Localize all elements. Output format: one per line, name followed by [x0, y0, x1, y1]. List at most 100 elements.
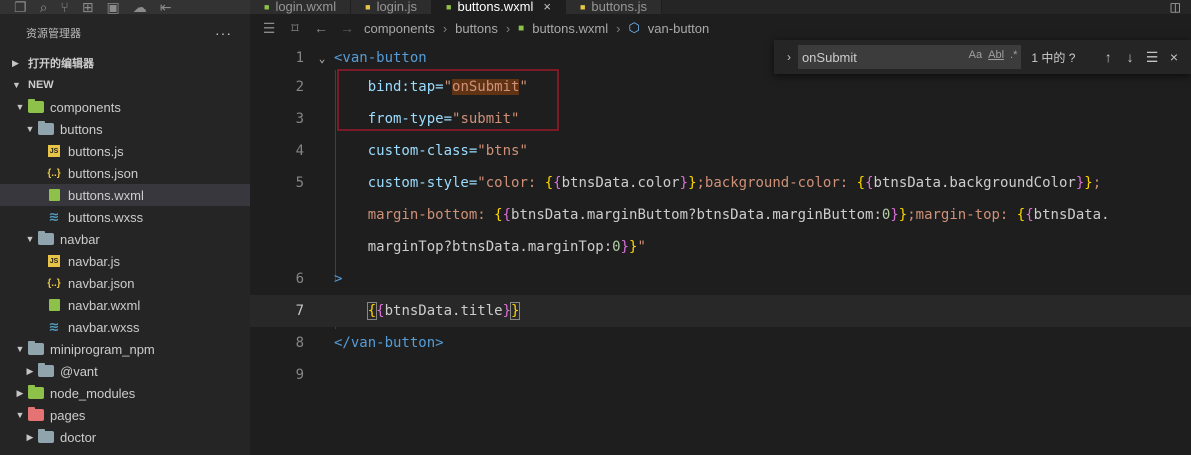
find-in-selection-icon[interactable]: ☰: [1141, 49, 1163, 66]
tree-folder[interactable]: ▶ doctor: [0, 426, 250, 448]
tree-folder[interactable]: ▶ node_modules: [0, 382, 250, 404]
tree-file[interactable]: {..} navbar.json: [0, 272, 250, 294]
code-line-wrapped[interactable]: marginTop?btnsData.marginTop:0}}": [250, 231, 1191, 263]
fold-chevron-icon[interactable]: ⌄: [310, 52, 334, 65]
chevron-right-icon: ›: [505, 20, 511, 36]
js-file-icon: ■: [365, 2, 371, 12]
tree-item-label: buttons.json: [68, 165, 139, 181]
folder-icon: [28, 99, 44, 114]
tab-login-wxml[interactable]: ■ login.wxml: [250, 0, 352, 14]
find-input[interactable]: onSubmit Aa Abl .*: [797, 45, 1022, 69]
tree-file[interactable]: buttons.wxml: [0, 184, 250, 206]
symbol-icon: ⬡: [628, 20, 640, 35]
find-query: onSubmit: [801, 49, 857, 65]
chevron-down-icon: ▼: [15, 410, 25, 420]
project-section[interactable]: ▼ NEW: [0, 74, 250, 96]
chevron-down-icon: ▼: [15, 102, 25, 112]
code-line[interactable]: 4 custom-class="btns": [250, 135, 1191, 167]
tree-item-label: components: [50, 99, 121, 115]
tab-label: login.wxml: [275, 0, 337, 14]
code-line-current[interactable]: 7 {{btnsData.title}}: [250, 295, 1191, 327]
bookmark-icon[interactable]: ⌑: [286, 20, 304, 37]
debug-icon[interactable]: ☁: [133, 0, 147, 14]
json-file-icon: {..}: [47, 167, 61, 179]
close-icon[interactable]: ×: [1163, 49, 1185, 65]
tree-item-label: navbar.wxss: [68, 319, 140, 335]
chevron-right-icon: ›: [616, 20, 621, 36]
breadcrumb: ☰ ⌑ ← → components › buttons › ■ buttons…: [250, 14, 1191, 42]
tree-item-label: navbar.wxml: [68, 297, 141, 313]
list-icon[interactable]: ☰: [260, 20, 278, 37]
tree-folder[interactable]: ▶ @vant: [0, 360, 250, 382]
wxss-file-icon: ≋: [48, 319, 60, 334]
tree-item-label: miniprogram_npm: [50, 341, 155, 357]
js-file-icon: JS: [48, 145, 60, 157]
section-label: 打开的编辑器: [28, 58, 94, 70]
tree-item-label: @vant: [60, 363, 98, 379]
tree-folder[interactable]: ▼ buttons: [0, 118, 250, 140]
wxss-file-icon: ≋: [48, 209, 60, 224]
tree-file[interactable]: ≋ navbar.wxss: [0, 316, 250, 338]
search-icon[interactable]: ⌕: [40, 0, 48, 14]
code-line[interactable]: 8 </van-button>: [250, 327, 1191, 359]
tree-file[interactable]: navbar.wxml: [0, 294, 250, 316]
sidebar-title: 资源管理器: [26, 28, 81, 40]
chevron-right-icon: ▶: [12, 57, 19, 68]
chevron-down-icon: ▼: [15, 344, 25, 354]
open-editors-section[interactable]: ▶ 打开的编辑器: [0, 52, 250, 74]
regex-toggle[interactable]: .*: [1010, 49, 1017, 61]
arrow-up-icon[interactable]: ↑: [1097, 49, 1119, 65]
tab-buttons-wxml[interactable]: ■ buttons.wxml ×: [432, 0, 566, 14]
wxml-file-icon: [46, 298, 62, 312]
tree-folder[interactable]: ▼ navbar: [0, 228, 250, 250]
explorer-sidebar: 资源管理器 ··· ▶ 打开的编辑器 ▼ NEW ▼ components ▼ but…: [0, 14, 250, 455]
folder-icon: [28, 407, 44, 422]
tab-label: login.js: [376, 0, 418, 14]
breadcrumb-item[interactable]: components: [364, 21, 435, 36]
tree-file[interactable]: {..} buttons.json: [0, 162, 250, 184]
sidebar-header: 资源管理器 ···: [0, 14, 250, 52]
chevron-down-icon: ▼: [25, 234, 35, 244]
breadcrumb-item[interactable]: buttons: [455, 21, 498, 36]
tab-buttons-js[interactable]: ■ buttons.js: [565, 0, 663, 14]
tree-file[interactable]: ≋ buttons.wxss: [0, 206, 250, 228]
tree-file[interactable]: JS navbar.js: [0, 250, 250, 272]
wxml-file-icon: ■: [264, 2, 270, 12]
code-line[interactable]: 9: [250, 359, 1191, 391]
tree-folder[interactable]: ▼ components: [0, 96, 250, 118]
tree-item-label: node_modules: [50, 385, 136, 401]
tree-item-label: navbar.json: [68, 275, 135, 291]
toggle-replace-chevron-icon[interactable]: ›: [780, 50, 798, 64]
tree-folder[interactable]: ▼ miniprogram_npm: [0, 338, 250, 360]
tree-item-label: navbar: [60, 231, 100, 247]
split-editor-icon[interactable]: ◫: [1170, 0, 1191, 14]
breadcrumb-item[interactable]: van-button: [648, 21, 709, 36]
forward-arrow-icon[interactable]: →: [338, 20, 356, 36]
tab-login-js[interactable]: ■ login.js: [351, 0, 433, 14]
code-line[interactable]: 6 >: [250, 263, 1191, 295]
chevron-down-icon: ▼: [12, 80, 21, 90]
source-control-icon[interactable]: ⑂: [60, 0, 68, 14]
code-line[interactable]: 5 custom-style="color: {{btnsData.color}…: [250, 167, 1191, 199]
folder-icon: [38, 363, 54, 378]
tree-item-label: doctor: [60, 429, 97, 445]
back-arrow-icon[interactable]: ←: [312, 20, 330, 36]
remote-icon[interactable]: ▣: [107, 0, 120, 14]
split-icon[interactable]: ⇤: [160, 0, 172, 14]
whole-word-toggle[interactable]: Abl: [988, 49, 1004, 61]
tree-folder[interactable]: ▼ pages: [0, 404, 250, 426]
tab-label: buttons.js: [591, 0, 648, 14]
code-line-wrapped[interactable]: margin-bottom: {{btnsData.marginButtom?b…: [250, 199, 1191, 231]
explorer-icon[interactable]: ❐: [14, 0, 27, 14]
match-count: 1 中的 ?: [1031, 50, 1076, 65]
match-case-toggle[interactable]: Aa: [969, 49, 982, 61]
more-actions-icon[interactable]: ···: [215, 25, 232, 41]
tree-item-label: buttons.wxss: [68, 209, 144, 225]
tree-item-label: buttons.js: [68, 143, 124, 159]
tree-file[interactable]: JS buttons.js: [0, 140, 250, 162]
chevron-down-icon: ▼: [25, 124, 35, 134]
close-icon[interactable]: ×: [543, 0, 551, 14]
extensions-icon[interactable]: ⊞: [82, 0, 94, 14]
arrow-down-icon[interactable]: ↓: [1119, 49, 1141, 65]
breadcrumb-item[interactable]: buttons.wxml: [532, 21, 608, 36]
